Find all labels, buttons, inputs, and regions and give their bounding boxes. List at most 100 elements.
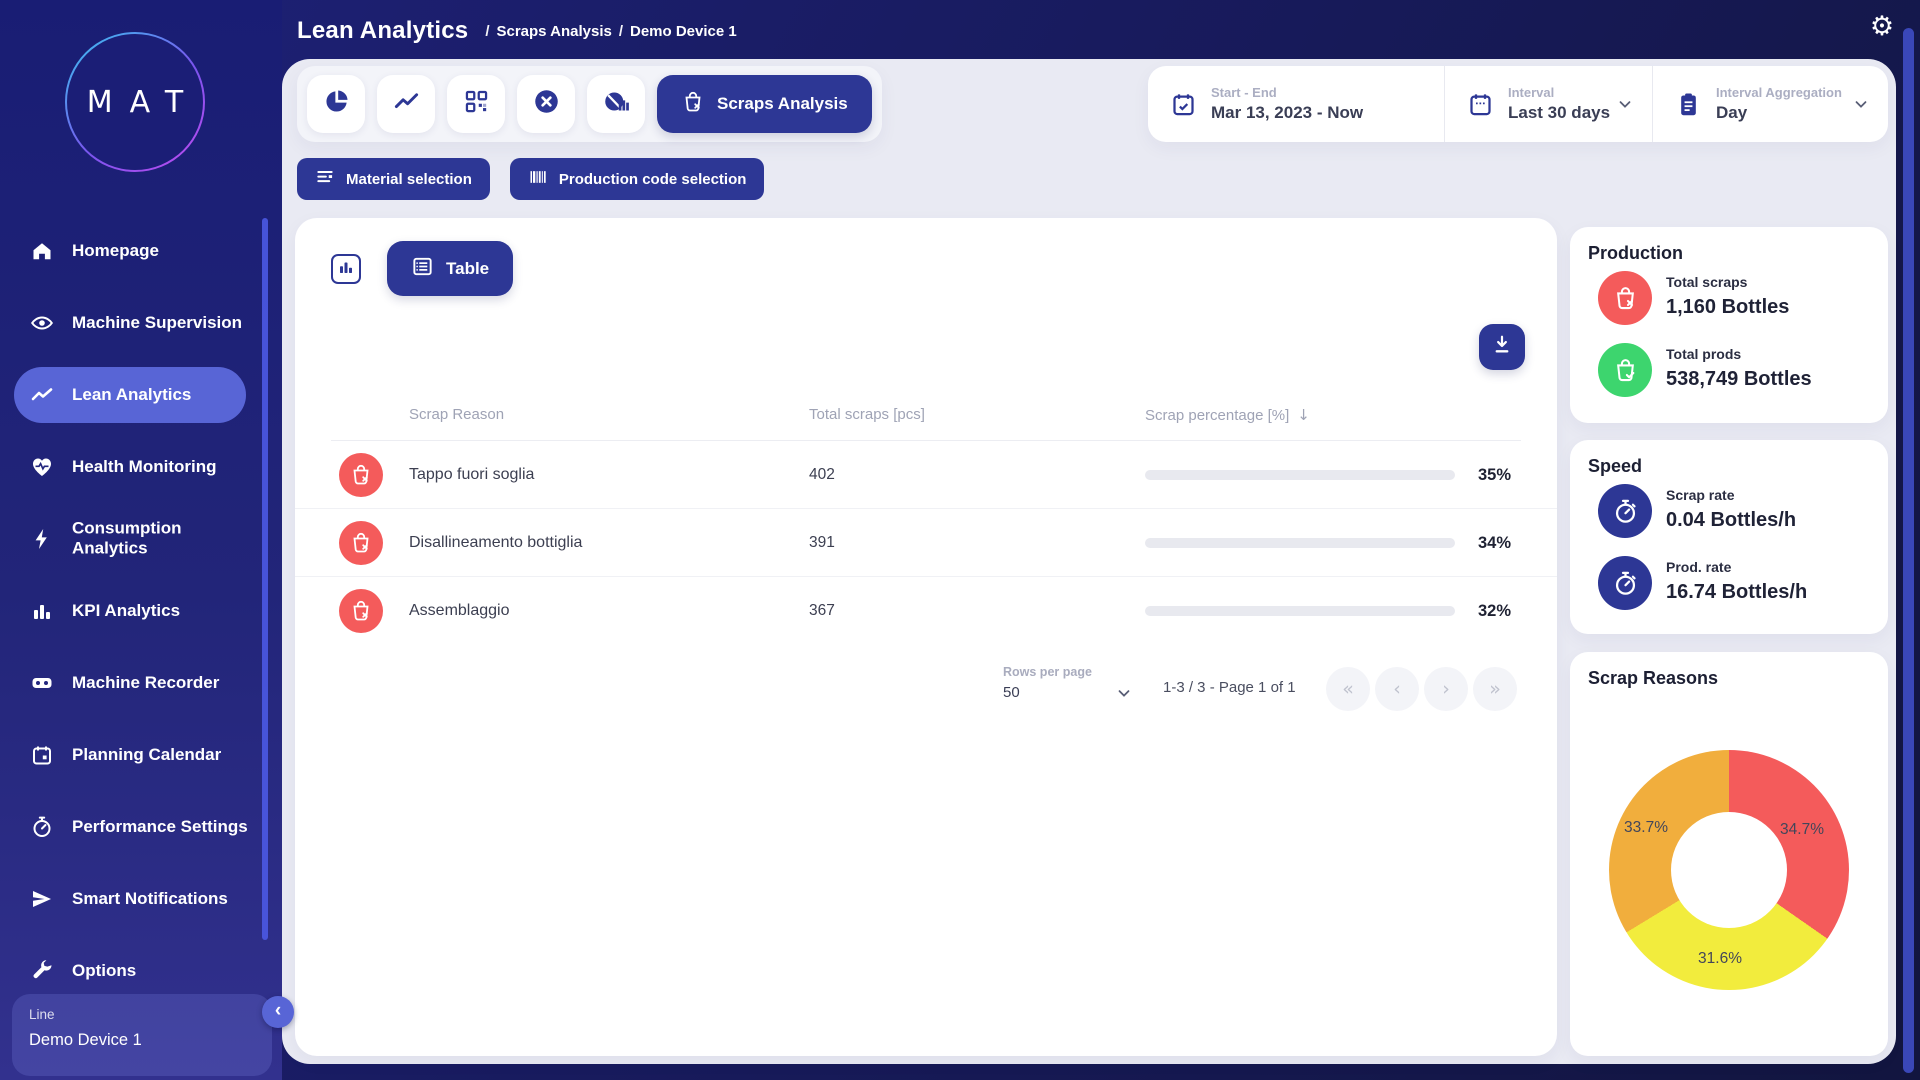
logo-text: MAT: [70, 85, 200, 120]
pagination-summary: 1-3 / 3 - Page 1 of 1: [1163, 679, 1323, 696]
bar-chart-icon: [30, 599, 54, 623]
stopwatch-icon: [1598, 556, 1652, 610]
download-button[interactable]: [1479, 324, 1525, 370]
production-code-selection-label: Production code selection: [559, 171, 747, 188]
stopwatch-icon: [1598, 484, 1652, 538]
chevron-down-icon[interactable]: [1115, 684, 1133, 702]
percentage-bar: [1145, 606, 1455, 616]
sidebar-item-smart-notifications[interactable]: Smart Notifications: [0, 863, 282, 935]
sidebar-item-homepage[interactable]: Homepage: [0, 215, 282, 287]
wrench-icon: [30, 959, 54, 983]
filter-label: Interval: [1508, 85, 1610, 100]
sidebar-item-machine-recorder[interactable]: Machine Recorder: [0, 647, 282, 719]
previous-page-button[interactable]: ‹: [1375, 667, 1419, 711]
toolbar-tab-pie[interactable]: [307, 75, 365, 133]
first-page-button[interactable]: «: [1326, 667, 1370, 711]
heart-pulse-icon: [30, 455, 54, 479]
bag-x-icon: [681, 90, 705, 119]
breadcrumb: Lean Analytics / Scraps Analysis / Demo …: [297, 10, 737, 52]
barcode-icon: [528, 167, 548, 192]
filter-interval[interactable]: Interval Last 30 days: [1444, 66, 1652, 142]
column-header-total-scraps[interactable]: Total scraps [pcs]: [809, 406, 925, 423]
filter-value: Mar 13, 2023 - Now: [1211, 103, 1363, 123]
donut-slice-label: 34.7%: [1780, 821, 1824, 839]
table-header-row: Scrap Reason Total scraps [pcs] Scrap pe…: [295, 396, 1557, 436]
toolbar-tab-qr[interactable]: [447, 75, 505, 133]
pie-chart-icon: [323, 88, 350, 120]
gauge-icon: [30, 815, 54, 839]
speed-card: Speed Scrap rate 0.04 Bottles/h Prod. ra…: [1570, 440, 1888, 634]
scraps-table-card: Table Scrap Reason Total scraps [pcs] Sc…: [295, 218, 1557, 1056]
filter-start-end[interactable]: Start - End Mar 13, 2023 - Now: [1148, 66, 1444, 142]
trend-line-icon: [30, 383, 54, 407]
scrap-reason-cell: Assemblaggio: [409, 577, 510, 645]
material-selection-label: Material selection: [346, 171, 472, 188]
page-scrollbar[interactable]: [1903, 28, 1914, 1073]
view-tabs-bar: Scraps Analysis: [297, 66, 882, 142]
rows-per-page-select[interactable]: 50: [1003, 684, 1020, 701]
table-row: Assemblaggio 367 32%: [295, 577, 1557, 645]
donut-slice-label: 33.7%: [1624, 819, 1668, 837]
table-list-icon: [411, 255, 434, 283]
page-title: Lean Analytics: [297, 17, 468, 45]
percentage-cell: 32%: [1453, 577, 1511, 645]
toolbar-tab-stops[interactable]: [517, 75, 575, 133]
total-scraps-cell: 367: [809, 577, 835, 645]
device-selector-value: Demo Device 1: [29, 1031, 255, 1050]
column-header-scrap-reason[interactable]: Scrap Reason: [409, 406, 504, 423]
stat-label: Prod. rate: [1666, 559, 1731, 575]
stat-label: Total scraps: [1666, 274, 1747, 290]
stat-label: Total prods: [1666, 346, 1741, 362]
sidebar-item-machine-supervision[interactable]: Machine Supervision: [0, 287, 282, 359]
x-circle-icon: [533, 88, 560, 120]
donut-slice-label: 31.6%: [1698, 950, 1742, 968]
chart-view-button[interactable]: [331, 254, 361, 284]
table-row: Tappo fuori soglia 402 35%: [295, 441, 1557, 509]
sidebar-item-consumption-analytics[interactable]: Consumption Analytics: [0, 503, 282, 575]
production-card: Production Total scraps 1,160 Bottles To…: [1570, 227, 1888, 423]
chevron-down-icon: [1852, 95, 1870, 113]
table-row: Disallineamento bottiglia 391 34%: [295, 509, 1557, 577]
total-scraps-cell: 391: [809, 509, 835, 577]
production-code-selection-button[interactable]: Production code selection: [510, 158, 765, 200]
stat-value: 0.04 Bottles/h: [1666, 509, 1876, 532]
sidebar-item-lean-analytics[interactable]: Lean Analytics: [0, 359, 282, 431]
downtime-chart-icon: [603, 88, 630, 120]
toolbar-tab-scraps-analysis[interactable]: Scraps Analysis: [657, 75, 872, 133]
device-selector[interactable]: Line Demo Device 1: [12, 994, 272, 1076]
sidebar-item-kpi-analytics[interactable]: KPI Analytics: [0, 575, 282, 647]
content-panel: Scraps Analysis Start - End Mar 13, 2023…: [282, 59, 1896, 1064]
filters-bar: Start - End Mar 13, 2023 - Now Interval …: [1148, 66, 1888, 142]
selection-buttons-row: Material selection Production code selec…: [297, 158, 764, 200]
breadcrumb-scraps-analysis[interactable]: Scraps Analysis: [496, 23, 611, 40]
percentage-bar: [1145, 538, 1455, 548]
chevron-down-icon: [1616, 95, 1634, 113]
toolbar-tab-trend[interactable]: [377, 75, 435, 133]
column-header-scrap-percentage[interactable]: Scrap percentage [%]↓: [1145, 406, 1310, 424]
device-selector-label: Line: [29, 1007, 255, 1022]
rows-per-page-label: Rows per page: [1003, 665, 1092, 679]
download-icon: [1491, 334, 1513, 361]
sidebar-item-health-monitoring[interactable]: Health Monitoring: [0, 431, 282, 503]
calendar-check-icon: [1170, 91, 1197, 118]
table-view-button[interactable]: Table: [387, 241, 513, 296]
sidebar-item-performance-settings[interactable]: Performance Settings: [0, 791, 282, 863]
sidebar-item-planning-calendar[interactable]: Planning Calendar: [0, 719, 282, 791]
filter-interval-aggregation[interactable]: Interval Aggregation Day: [1652, 66, 1888, 142]
toolbar-tab-downtime[interactable]: [587, 75, 645, 133]
bar-chart-icon: [337, 258, 355, 281]
settings-gear-icon[interactable]: ⚙: [1867, 12, 1897, 42]
sidebar-scrollbar[interactable]: [262, 218, 268, 940]
breadcrumb-demo-device[interactable]: Demo Device 1: [630, 23, 737, 40]
bag-x-icon: [1598, 271, 1652, 325]
breadcrumb-separator: /: [485, 23, 489, 40]
next-page-button[interactable]: ›: [1424, 667, 1468, 711]
filter-value: Day: [1716, 103, 1842, 123]
eye-icon: [30, 311, 54, 335]
last-page-button[interactable]: »: [1473, 667, 1517, 711]
bag-check-icon: [1598, 343, 1652, 397]
material-selection-button[interactable]: Material selection: [297, 158, 490, 200]
sidebar-collapse-button[interactable]: ‹: [262, 996, 294, 1028]
total-scraps-cell: 402: [809, 441, 835, 509]
bag-x-icon: [339, 521, 383, 565]
